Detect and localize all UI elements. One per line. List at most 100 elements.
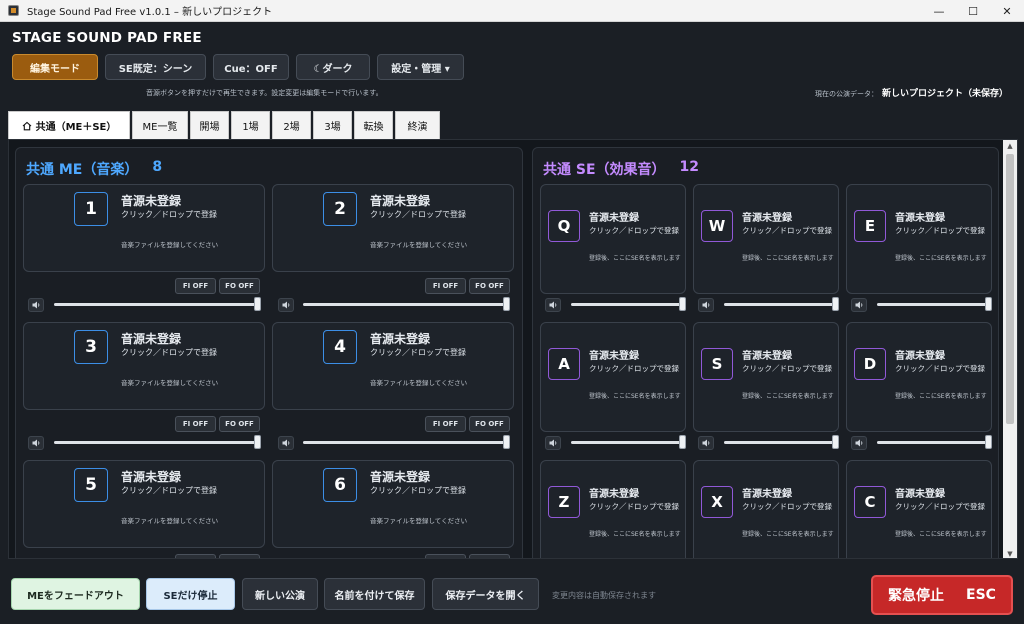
open-data-button[interactable]: 保存データを開く xyxy=(432,578,539,610)
volume-slider[interactable] xyxy=(724,297,839,311)
speaker-icon[interactable] xyxy=(851,436,867,450)
me-pad-note: 音楽ファイルを登録してください xyxy=(121,379,219,387)
cue-toggle-button[interactable]: Cue：OFF xyxy=(213,54,289,80)
tab-common-label: 共通（ME＋SE） xyxy=(35,122,117,133)
me-pad-instruction: クリック／ドロップで登録 xyxy=(121,210,217,219)
volume-slider[interactable] xyxy=(54,435,261,449)
settings-menu-button[interactable]: 設定・管理 ▾ xyxy=(377,54,464,80)
fade-out-toggle[interactable]: FO OFF xyxy=(469,416,510,432)
volume-slider-handle[interactable] xyxy=(832,297,839,311)
se-pad[interactable]: E 音源未登録 クリック／ドロップで登録 登録後、ここにSE名を表示します xyxy=(846,184,992,294)
current-project-label: 現在の公演データ： xyxy=(814,90,878,98)
fade-in-toggle[interactable]: FI OFF xyxy=(425,416,466,432)
me-pad[interactable]: 1 音源未登録 クリック／ドロップで登録 音楽ファイルを登録してください xyxy=(23,184,265,272)
se-pad-key: A xyxy=(548,348,580,380)
speaker-icon[interactable] xyxy=(28,436,44,450)
speaker-icon[interactable] xyxy=(278,298,294,312)
tab-closing[interactable]: 終演 xyxy=(395,111,440,139)
me-pad-instruction: クリック／ドロップで登録 xyxy=(121,486,217,495)
me-pad[interactable]: 3 音源未登録 クリック／ドロップで登録 音楽ファイルを登録してください xyxy=(23,322,265,410)
me-pad[interactable]: 4 音源未登録 クリック／ドロップで登録 音楽ファイルを登録してください xyxy=(272,322,514,410)
scrollbar-thumb[interactable] xyxy=(1006,154,1014,424)
fade-in-toggle[interactable] xyxy=(425,554,466,558)
me-pad-number: 2 xyxy=(323,192,357,226)
se-default-button[interactable]: SE既定：シーン xyxy=(105,54,206,80)
tab-me-list[interactable]: ME一覧 xyxy=(132,111,188,139)
speaker-icon[interactable] xyxy=(545,436,561,450)
se-pad-instruction: クリック／ドロップで登録 xyxy=(742,364,832,373)
se-pad[interactable]: D 音源未登録 クリック／ドロップで登録 登録後、ここにSE名を表示します xyxy=(846,322,992,432)
volume-slider[interactable] xyxy=(303,297,510,311)
close-window-button[interactable]: ✕ xyxy=(990,0,1024,22)
speaker-icon[interactable] xyxy=(698,436,714,450)
fade-out-toggle[interactable]: FO OFF xyxy=(469,278,510,294)
volume-slider-handle[interactable] xyxy=(985,297,992,311)
fade-in-toggle[interactable]: FI OFF xyxy=(425,278,466,294)
volume-slider[interactable] xyxy=(877,435,992,449)
speaker-icon[interactable] xyxy=(851,298,867,312)
emergency-stop-button[interactable]: 緊急停止 ESC xyxy=(871,575,1013,615)
volume-slider-handle[interactable] xyxy=(985,435,992,449)
se-pad[interactable]: X 音源未登録 クリック／ドロップで登録 登録後、ここにSE名を表示します xyxy=(693,460,839,558)
fade-out-toggle[interactable]: FO OFF xyxy=(219,416,260,432)
volume-slider[interactable] xyxy=(54,297,261,311)
speaker-icon[interactable] xyxy=(28,298,44,312)
stop-se-button[interactable]: SEだけ停止 xyxy=(146,578,235,610)
se-pad-key: X xyxy=(701,486,733,518)
me-pad[interactable]: 5 音源未登録 クリック／ドロップで登録 音楽ファイルを登録してください xyxy=(23,460,265,548)
volume-slider[interactable] xyxy=(877,297,992,311)
volume-slider-handle[interactable] xyxy=(679,435,686,449)
home-icon xyxy=(22,121,32,131)
new-show-button[interactable]: 新しい公演 xyxy=(242,578,318,610)
speaker-icon[interactable] xyxy=(698,298,714,312)
fade-out-toggle[interactable] xyxy=(219,554,260,558)
se-pad[interactable]: C 音源未登録 クリック／ドロップで登録 登録後、ここにSE名を表示します xyxy=(846,460,992,558)
se-pad[interactable]: W 音源未登録 クリック／ドロップで登録 登録後、ここにSE名を表示します xyxy=(693,184,839,294)
volume-slider-handle[interactable] xyxy=(503,297,510,311)
me-pad-number: 6 xyxy=(323,468,357,502)
tab-scene-2[interactable]: 2場 xyxy=(272,111,311,139)
scroll-down-arrow-icon[interactable]: ▼ xyxy=(1006,550,1014,558)
scroll-up-arrow-icon[interactable]: ▲ xyxy=(1006,142,1014,150)
me-pad[interactable]: 6 音源未登録 クリック／ドロップで登録 音楽ファイルを登録してください xyxy=(272,460,514,548)
se-pad-key: S xyxy=(701,348,733,380)
fade-out-me-button[interactable]: MEをフェードアウト xyxy=(11,578,140,610)
se-pad[interactable]: Z 音源未登録 クリック／ドロップで登録 登録後、ここにSE名を表示します xyxy=(540,460,686,558)
se-pad[interactable]: S 音源未登録 クリック／ドロップで登録 登録後、ここにSE名を表示します xyxy=(693,322,839,432)
se-panel: 共通 SE（効果音） 12 Q 音源未登録 クリック／ドロップで登録 登録後、こ… xyxy=(532,147,999,558)
volume-slider[interactable] xyxy=(571,297,686,311)
speaker-icon[interactable] xyxy=(278,436,294,450)
tab-transition[interactable]: 転換 xyxy=(354,111,393,139)
tab-common[interactable]: 共通（ME＋SE） xyxy=(8,111,130,139)
speaker-icon[interactable] xyxy=(545,298,561,312)
fade-out-toggle[interactable] xyxy=(469,554,510,558)
tab-opening[interactable]: 開場 xyxy=(190,111,229,139)
fade-in-toggle[interactable]: FI OFF xyxy=(175,278,216,294)
fade-in-toggle[interactable]: FI OFF xyxy=(175,416,216,432)
volume-slider-handle[interactable] xyxy=(832,435,839,449)
se-pad[interactable]: A 音源未登録 クリック／ドロップで登録 登録後、ここにSE名を表示します xyxy=(540,322,686,432)
tab-scene-1[interactable]: 1場 xyxy=(231,111,270,139)
volume-slider-handle[interactable] xyxy=(503,435,510,449)
minimize-button[interactable]: — xyxy=(922,0,956,22)
volume-slider-handle[interactable] xyxy=(679,297,686,311)
volume-slider-handle[interactable] xyxy=(254,435,261,449)
se-pad-key: C xyxy=(854,486,886,518)
edit-mode-button[interactable]: 編集モード xyxy=(12,54,98,80)
maximize-button[interactable]: ☐ xyxy=(956,0,990,22)
se-pad-key: E xyxy=(854,210,886,242)
volume-slider[interactable] xyxy=(303,435,510,449)
fade-in-toggle[interactable] xyxy=(175,554,216,558)
se-pad[interactable]: Q 音源未登録 クリック／ドロップで登録 登録後、ここにSE名を表示します xyxy=(540,184,686,294)
volume-slider[interactable] xyxy=(571,435,686,449)
save-as-button[interactable]: 名前を付けて保存 xyxy=(324,578,425,610)
fade-out-toggle[interactable]: FO OFF xyxy=(219,278,260,294)
tab-scene-3[interactable]: 3場 xyxy=(313,111,352,139)
me-pad[interactable]: 2 音源未登録 クリック／ドロップで登録 音楽ファイルを登録してください xyxy=(272,184,514,272)
me-pad-note: 音楽ファイルを登録してください xyxy=(121,517,219,525)
volume-slider-handle[interactable] xyxy=(254,297,261,311)
dark-mode-button[interactable]: ☾ダーク xyxy=(296,54,370,80)
vertical-scrollbar[interactable]: ▲ ▼ xyxy=(1003,140,1017,558)
se-pad-instruction: クリック／ドロップで登録 xyxy=(589,502,679,511)
volume-slider[interactable] xyxy=(724,435,839,449)
